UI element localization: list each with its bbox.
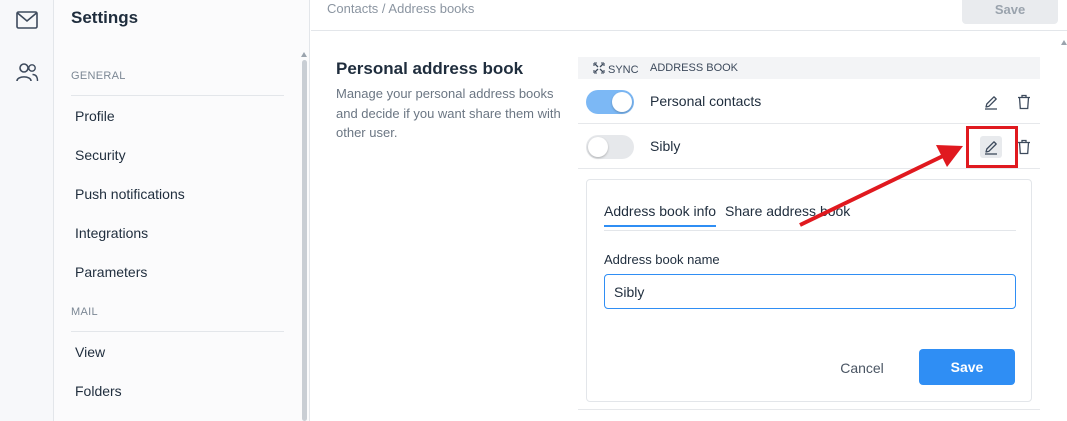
table-row: Personal contacts (578, 79, 1040, 124)
sync-icon (593, 62, 605, 77)
address-book-column-header: ADDRESS BOOK (650, 62, 739, 74)
sidebar-item-view[interactable]: View (75, 344, 105, 360)
sync-column-label: SYNC (608, 63, 639, 76)
sidebar-scrollbar[interactable] (301, 52, 308, 421)
sidebar-item-folders[interactable]: Folders (75, 383, 122, 399)
sidebar-title: Settings (71, 8, 139, 27)
tab-address-book-info[interactable]: Address book info (604, 203, 717, 227)
top-bar: Contacts / Address books Save (311, 0, 1067, 31)
toggle-knob (588, 137, 608, 157)
contacts-icon[interactable] (14, 59, 40, 85)
app-rail (0, 0, 54, 421)
toggle-knob (612, 92, 632, 112)
save-button[interactable]: Save (919, 349, 1015, 385)
sidebar-item-profile[interactable]: Profile (75, 108, 115, 124)
address-book-name: Sibly (650, 138, 681, 154)
sync-toggle[interactable] (586, 135, 634, 159)
sidebar-item-push-notifications[interactable]: Push notifications (75, 186, 185, 202)
address-book-name-label: Address book name (604, 252, 720, 267)
sidebar-divider (71, 95, 284, 96)
cancel-button[interactable]: Cancel (828, 350, 896, 385)
divider (578, 409, 1040, 410)
address-book-edit-panel: Address book info Share address book Add… (586, 179, 1032, 402)
edit-pencil-icon[interactable] (980, 91, 1002, 113)
sidebar-section-mail: MAIL (71, 306, 98, 318)
mail-icon[interactable] (14, 7, 40, 33)
address-book-name: Personal contacts (650, 93, 762, 109)
breadcrumb: Contacts / Address books (327, 1, 475, 16)
sidebar-item-parameters[interactable]: Parameters (75, 264, 147, 280)
section-description: Manage your personal address books and d… (336, 86, 561, 140)
sidebar-item-integrations[interactable]: Integrations (75, 225, 148, 241)
annotation-highlight-box (966, 126, 1018, 168)
top-save-button[interactable]: Save (962, 0, 1058, 24)
trash-icon[interactable] (1013, 91, 1035, 113)
sync-toggle[interactable] (586, 90, 634, 114)
tab-bar: Address book info Share address book (604, 201, 1016, 231)
address-book-name-input[interactable] (604, 274, 1016, 309)
sidebar-item-security[interactable]: Security (75, 147, 126, 163)
scroll-up-arrow-icon[interactable] (301, 52, 307, 57)
settings-sidebar: Settings GENERAL Profile Security Push n… (54, 0, 310, 421)
table-header: SYNC ADDRESS BOOK (578, 57, 1040, 79)
scroll-up-arrow-icon[interactable] (1061, 40, 1067, 45)
tab-share-address-book[interactable]: Share address book (725, 203, 850, 225)
section-title: Personal address book (336, 59, 524, 78)
sidebar-divider (71, 331, 284, 332)
sync-column-header: SYNC (593, 62, 639, 77)
sidebar-scrollbar-thumb[interactable] (302, 60, 307, 421)
sidebar-section-general: GENERAL (71, 70, 126, 82)
main-scrollbar[interactable] (1061, 40, 1067, 421)
